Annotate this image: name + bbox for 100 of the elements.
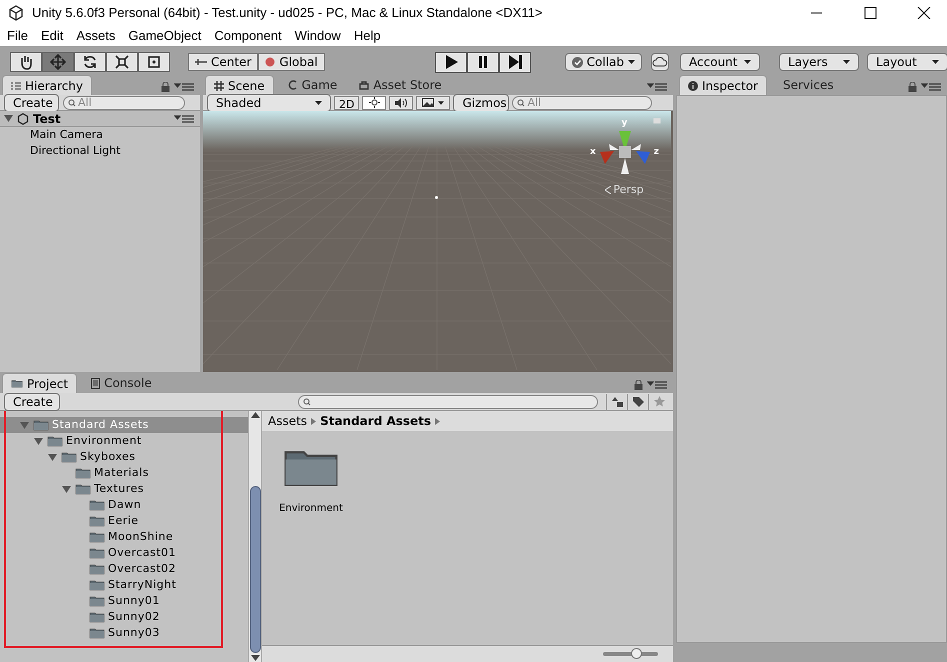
create-dropdown[interactable]: Create bbox=[4, 392, 60, 410]
sun-icon bbox=[368, 97, 380, 108]
panel-tab[interactable]: Game bbox=[280, 75, 346, 95]
panel-tab[interactable]: Services bbox=[774, 75, 842, 95]
hand-icon bbox=[18, 54, 34, 70]
cloud-button[interactable] bbox=[651, 53, 670, 71]
chevron-left-icon bbox=[605, 186, 612, 194]
menu-item[interactable]: Component bbox=[214, 26, 282, 46]
console-icon bbox=[91, 378, 100, 388]
collab-button[interactable]: Collab bbox=[564, 53, 642, 71]
cloud-icon bbox=[652, 57, 668, 67]
axis-label: y bbox=[622, 119, 628, 128]
search-icon bbox=[68, 98, 78, 106]
tab-icon bbox=[214, 80, 224, 90]
panel-tab[interactable]: Console bbox=[83, 373, 160, 393]
panel-tab[interactable]: Inspector bbox=[679, 75, 767, 95]
tree-item[interactable]: Textures bbox=[0, 481, 248, 497]
breadcrumb-link[interactable]: Standard Assets bbox=[320, 412, 432, 430]
scrollbar-thumb[interactable] bbox=[250, 486, 260, 653]
folder-icon bbox=[89, 499, 105, 511]
search-icon bbox=[303, 398, 313, 406]
tree-item[interactable]: Eerie bbox=[0, 513, 248, 529]
tree-item[interactable]: Overcast01 bbox=[0, 545, 248, 561]
tree-item[interactable]: StarryNight bbox=[0, 577, 248, 593]
create-dropdown[interactable]: Create bbox=[4, 94, 59, 112]
pivot-button[interactable]: Global bbox=[258, 53, 325, 71]
panel-menu-icon[interactable] bbox=[921, 82, 943, 92]
scene-viewport[interactable]: y x z Persp bbox=[203, 111, 673, 372]
tool-button[interactable] bbox=[10, 52, 42, 72]
tree-item[interactable]: Materials bbox=[0, 465, 248, 481]
panel-tab[interactable]: Scene bbox=[205, 75, 274, 95]
breadcrumb-link[interactable]: Assets bbox=[268, 412, 308, 430]
scrollbar[interactable] bbox=[248, 411, 262, 662]
shading-dropdown[interactable]: Shaded bbox=[207, 94, 331, 112]
menu-item[interactable]: Window bbox=[294, 26, 341, 46]
caret-icon bbox=[932, 60, 940, 64]
lighting-toggle[interactable] bbox=[362, 96, 386, 110]
playback-button[interactable] bbox=[466, 52, 499, 72]
tree-item[interactable]: Environment bbox=[0, 433, 248, 449]
folder-icon bbox=[33, 419, 49, 431]
menu-item[interactable]: Assets bbox=[76, 26, 116, 46]
tree-item[interactable]: Dawn bbox=[0, 497, 248, 513]
folder-icon bbox=[89, 579, 105, 591]
folder-icon bbox=[89, 611, 105, 623]
pivot-button[interactable]: Center bbox=[188, 53, 258, 71]
tool-button[interactable] bbox=[106, 52, 138, 72]
globe-icon bbox=[265, 57, 276, 67]
account-dropdown[interactable]: Account bbox=[680, 53, 760, 71]
tree-item[interactable]: Sunny02 bbox=[0, 609, 248, 625]
caret-icon bbox=[843, 60, 850, 64]
tree-item[interactable]: MoonShine bbox=[0, 529, 248, 545]
expand-arrow-icon[interactable] bbox=[4, 114, 13, 123]
image-icon bbox=[422, 98, 434, 107]
tool-button[interactable] bbox=[74, 52, 106, 72]
2d-toggle[interactable]: 2D bbox=[334, 96, 360, 110]
expand-arrow-icon[interactable] bbox=[62, 484, 71, 494]
panel-tab[interactable]: Asset Store bbox=[351, 75, 450, 95]
tree-item[interactable]: Sunny01 bbox=[0, 593, 248, 609]
list-icon bbox=[11, 82, 21, 90]
folder-icon bbox=[89, 627, 105, 639]
panel-menu-icon[interactable] bbox=[174, 114, 196, 124]
effects-toggle[interactable] bbox=[416, 96, 450, 110]
panel-menu-icon[interactable] bbox=[647, 82, 669, 92]
tool-button[interactable] bbox=[138, 52, 170, 72]
folder-icon bbox=[89, 563, 105, 575]
tree-item[interactable]: Skyboxes bbox=[0, 449, 248, 465]
search-placeholder: All bbox=[78, 97, 92, 108]
hierarchy-item[interactable]: Main Camera bbox=[0, 127, 200, 143]
panel-tab[interactable]: Project bbox=[2, 373, 78, 393]
menu-item[interactable]: Edit bbox=[40, 26, 64, 46]
layout-dropdown[interactable]: Layout bbox=[867, 53, 947, 71]
filter-type-icon bbox=[612, 396, 622, 407]
zoom-slider-thumb[interactable] bbox=[631, 648, 642, 659]
hierarchy-item[interactable]: Directional Light bbox=[0, 143, 200, 159]
tree-item[interactable]: Sunny03 bbox=[0, 625, 248, 641]
layers-dropdown[interactable]: Layers bbox=[779, 53, 860, 71]
asset-item[interactable]: Environment bbox=[276, 445, 346, 631]
menu-item[interactable]: Help bbox=[354, 26, 381, 46]
caret-icon bbox=[744, 60, 752, 64]
panel-menu-icon[interactable] bbox=[174, 82, 196, 92]
playback-button[interactable] bbox=[498, 52, 531, 72]
panel-tab[interactable]: Hierarchy bbox=[2, 75, 92, 95]
folder-icon bbox=[47, 435, 63, 447]
folder-icon bbox=[89, 547, 105, 559]
playback-button[interactable] bbox=[434, 52, 467, 72]
step-icon bbox=[508, 55, 522, 69]
panel-menu-icon[interactable] bbox=[647, 380, 669, 390]
folder-icon bbox=[11, 379, 23, 388]
search-field[interactable] bbox=[298, 394, 598, 408]
scene-header[interactable]: Test bbox=[0, 111, 200, 127]
tree-item[interactable]: Overcast02 bbox=[0, 561, 248, 577]
caret-icon bbox=[438, 100, 444, 104]
scale-icon bbox=[114, 54, 130, 70]
menu-item[interactable]: File bbox=[7, 26, 28, 46]
menu-item[interactable]: GameObject bbox=[128, 26, 202, 46]
projection-label[interactable]: Persp bbox=[613, 182, 644, 198]
audio-toggle[interactable] bbox=[389, 96, 414, 110]
gizmos-dropdown[interactable]: Gizmos bbox=[453, 94, 510, 112]
folder-icon bbox=[75, 467, 91, 479]
center-icon bbox=[195, 58, 207, 66]
